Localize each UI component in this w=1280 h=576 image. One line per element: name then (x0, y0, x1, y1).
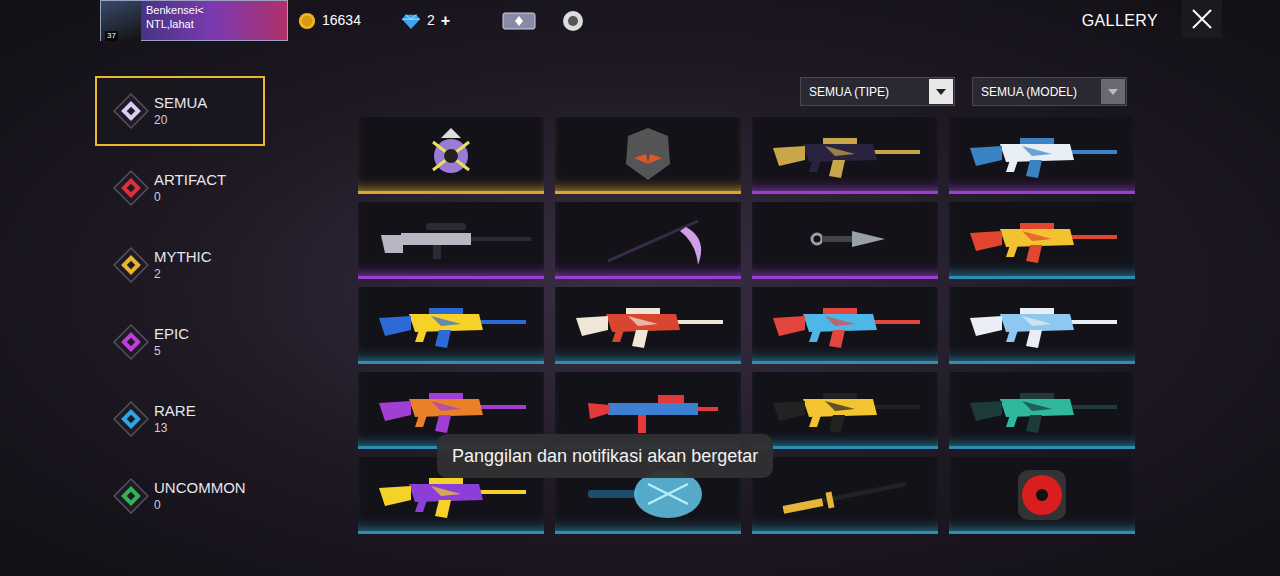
category-text: MYTHIC2 (154, 248, 212, 282)
category-text: SEMUA20 (154, 94, 207, 128)
category-text: UNCOMMON0 (154, 479, 246, 513)
avatar: 37 (101, 1, 141, 41)
emblem-icon (371, 124, 531, 184)
category-text: ARTIFACT0 (154, 171, 226, 205)
badge-icon (562, 10, 584, 32)
item-card[interactable] (555, 117, 741, 194)
sniper-icon (371, 209, 531, 269)
category-count: 0 (154, 497, 246, 513)
rifle-icon (962, 209, 1122, 269)
category-label: RARE (154, 402, 196, 420)
category-item[interactable]: SEMUA20 (95, 76, 265, 146)
category-label: ARTIFACT (154, 171, 226, 189)
category-count: 20 (154, 112, 207, 128)
rarity-icon (113, 247, 149, 283)
item-card[interactable] (752, 202, 938, 279)
player-name: Benkensei< (146, 3, 204, 17)
category-item[interactable]: ARTIFACT0 (95, 153, 265, 223)
rarity-icon (113, 324, 149, 360)
category-label: SEMUA (154, 94, 207, 112)
level-badge: 37 (105, 31, 118, 41)
coin-icon (298, 12, 316, 30)
category-label: UNCOMMON (154, 479, 246, 497)
item-card[interactable] (949, 202, 1135, 279)
filter-dropdown[interactable]: SEMUA (TIPE) (800, 77, 955, 106)
coin-amount: 16634 (322, 10, 361, 31)
filter-label: SEMUA (MODEL) (973, 83, 1101, 101)
item-card[interactable] (752, 287, 938, 364)
smg-icon (568, 379, 728, 439)
toast-message: Panggilan dan notifikasi akan bergetar (452, 444, 758, 468)
diamond-balance: 2+ (401, 0, 450, 41)
rarity-icon (113, 478, 149, 514)
item-card[interactable] (949, 372, 1135, 449)
category-item[interactable]: MYTHIC2 (95, 230, 265, 300)
category-count: 2 (154, 266, 212, 282)
item-card[interactable] (555, 287, 741, 364)
category-item[interactable]: RARE13 (95, 384, 265, 454)
rarity-icon (113, 401, 149, 437)
add-diamond-button[interactable]: + (441, 9, 450, 33)
item-card[interactable] (752, 117, 938, 194)
diamond-icon (401, 12, 421, 30)
rarity-icon (113, 93, 149, 129)
category-item[interactable]: EPIC5 (95, 307, 265, 377)
item-card[interactable] (949, 287, 1135, 364)
filter-dropdown[interactable]: SEMUA (MODEL) (972, 77, 1127, 106)
kunai-icon (765, 209, 925, 269)
close-button[interactable] (1182, 0, 1222, 38)
rifle-icon (765, 294, 925, 354)
rifle-icon (962, 124, 1122, 184)
dropdown-arrow (929, 79, 953, 104)
katana-icon (765, 464, 925, 524)
profile-card[interactable]: 37 Benkensei<NTL,lahat (100, 0, 288, 41)
close-icon (1190, 7, 1214, 31)
toast: Panggilan dan notifikasi akan bergetar (437, 434, 773, 478)
filter-label: SEMUA (TIPE) (801, 83, 929, 101)
chevron-down-icon (936, 89, 946, 95)
settings-button[interactable] (562, 0, 584, 41)
category-label: EPIC (154, 325, 189, 343)
top-bar: 37Benkensei<NTL,lahat166342+GALLERY (0, 0, 1280, 42)
rifle-icon (765, 124, 925, 184)
item-card[interactable] (949, 457, 1135, 534)
guild-name: NTL,lahat (146, 17, 204, 31)
item-card[interactable] (555, 202, 741, 279)
gallery-screen: 37Benkensei<NTL,lahat166342+GALLERYSEMUA… (0, 0, 1280, 576)
profile-text: Benkensei<NTL,lahat (141, 1, 204, 40)
rifle-icon (765, 379, 925, 439)
category-item[interactable]: UNCOMMON0 (95, 461, 265, 531)
category-sidebar: SEMUA20ARTIFACT0MYTHIC2EPIC5RARE13UNCOMM… (95, 76, 265, 534)
diamond-amount: 2 (427, 10, 435, 31)
category-text: RARE13 (154, 402, 196, 436)
membership-card[interactable] (502, 0, 536, 41)
dropdown-arrow (1101, 79, 1125, 104)
item-card[interactable] (358, 287, 544, 364)
coin-balance: 16634 (298, 0, 361, 41)
rifle-icon (371, 294, 531, 354)
backpack-icon (962, 464, 1122, 524)
filter-row: SEMUA (TIPE) SEMUA (MODEL) (358, 77, 1135, 106)
category-label: MYTHIC (154, 248, 212, 266)
category-text: EPIC5 (154, 325, 189, 359)
category-count: 13 (154, 420, 196, 436)
item-card[interactable] (949, 117, 1135, 194)
page-title: GALLERY (1082, 0, 1158, 41)
rarity-icon (113, 170, 149, 206)
category-count: 0 (154, 189, 226, 205)
item-card[interactable] (752, 457, 938, 534)
item-card[interactable] (358, 117, 544, 194)
mask-icon (568, 124, 728, 184)
card-icon (502, 11, 536, 31)
chevron-down-icon (1108, 89, 1118, 95)
item-card[interactable] (752, 372, 938, 449)
rifle-icon (962, 294, 1122, 354)
item-card[interactable] (358, 202, 544, 279)
rifle-icon (962, 379, 1122, 439)
category-count: 5 (154, 343, 189, 359)
rifle-icon (568, 294, 728, 354)
rifle-icon (371, 379, 531, 439)
scythe-icon (568, 209, 728, 269)
